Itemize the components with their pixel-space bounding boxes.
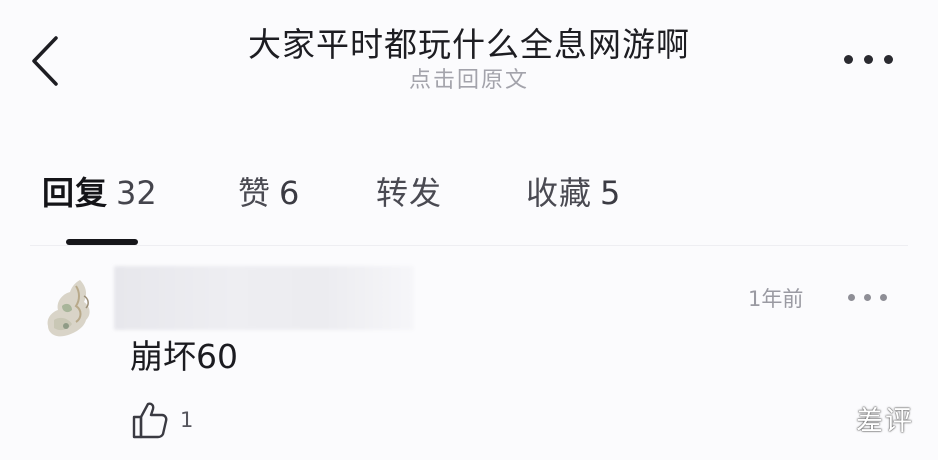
header-title-block: 大家平时都玩什么全息网游啊 点击回原文: [150, 22, 788, 96]
comment-timestamp: 1年前: [748, 287, 804, 311]
like-count: 1: [180, 408, 194, 432]
tab-count: 6: [279, 174, 300, 212]
watermark-text: 差评: [856, 406, 914, 437]
tab-likes[interactable]: 赞6: [238, 168, 299, 218]
comment-more-button[interactable]: [848, 290, 890, 306]
avatar-image: [47, 280, 90, 337]
post-detail-page: 大家平时都玩什么全息网游啊 点击回原文 回复 32 赞6 转发 收藏 5 1年前…: [0, 0, 938, 460]
back-button[interactable]: [24, 34, 68, 88]
view-original-link[interactable]: 点击回原文: [409, 66, 529, 96]
tab-favorites[interactable]: 收藏 5: [526, 168, 620, 218]
tab-replies[interactable]: 回复 32: [42, 168, 157, 218]
page-title: 大家平时都玩什么全息网游啊: [248, 25, 690, 64]
tab-label: 赞: [238, 174, 272, 212]
thumbs-up-icon: [132, 402, 168, 439]
tab-divider: [30, 245, 908, 246]
comment-text: 崩坏60: [130, 337, 238, 376]
tab-label: 转发: [376, 174, 443, 212]
tab-bar: 回复 32 赞6 转发 收藏 5: [0, 168, 938, 218]
tab-reposts[interactable]: 转发: [376, 168, 442, 218]
avatar[interactable]: [40, 276, 100, 342]
tab-count: 5: [600, 174, 621, 212]
tab-label: 收藏: [526, 174, 593, 212]
tab-count: 32: [116, 174, 157, 212]
more-options-button[interactable]: [844, 50, 894, 70]
username-redacted: [114, 266, 414, 330]
tab-label: 回复: [42, 174, 109, 212]
chevron-left-icon: [32, 36, 58, 86]
